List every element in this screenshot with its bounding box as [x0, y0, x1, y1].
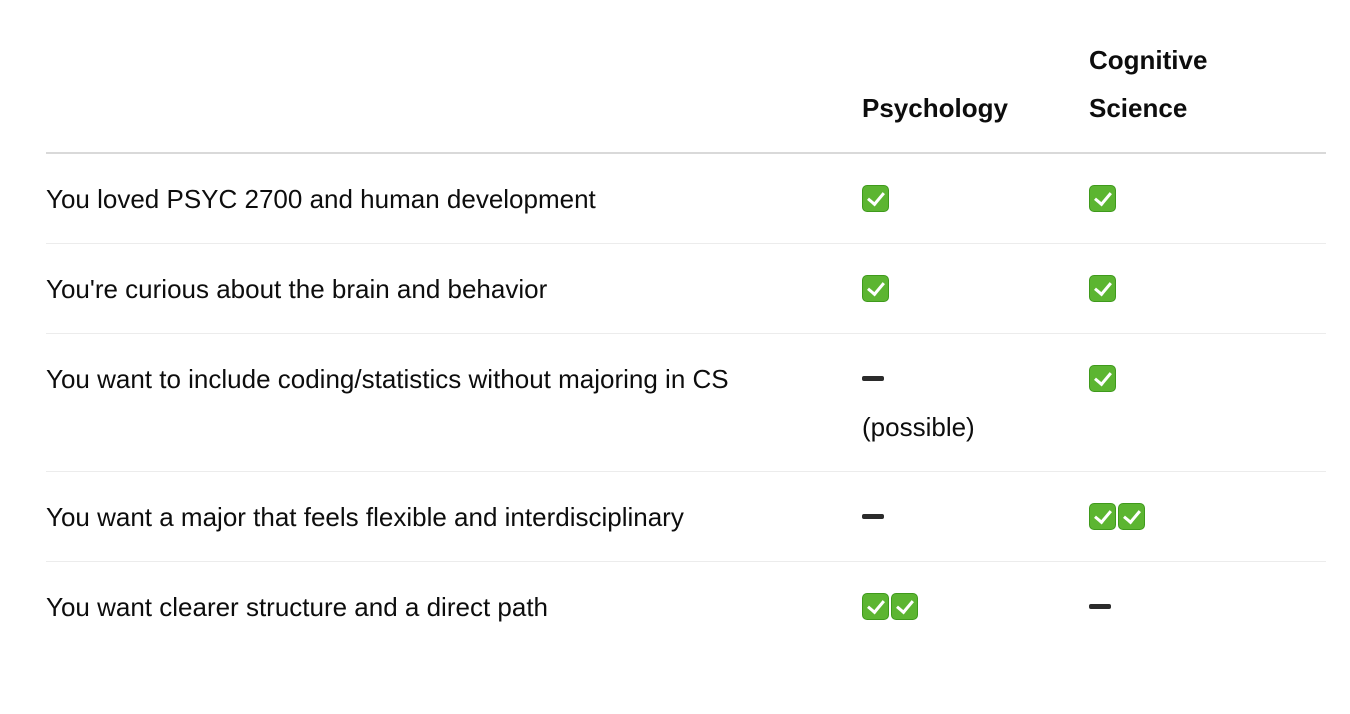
- row-label: You loved PSYC 2700 and human developmen…: [46, 184, 596, 214]
- cell-note: (possible): [862, 412, 975, 442]
- check-icon: [1118, 502, 1145, 530]
- row-label: You want clearer structure and a direct …: [46, 592, 548, 622]
- header-psychology: Psychology: [862, 93, 1008, 123]
- table-header-row: Psychology Cognitive Science: [46, 0, 1326, 154]
- cogsci-cell: [1089, 334, 1326, 471]
- psychology-cell: [862, 154, 1089, 243]
- check-icon: [1089, 274, 1116, 302]
- check-icon: [862, 274, 889, 302]
- table-row: You're curious about the brain and behav…: [46, 244, 1326, 334]
- dash-icon: [862, 513, 884, 519]
- table-row: You loved PSYC 2700 and human developmen…: [46, 154, 1326, 244]
- psychology-cell: (possible): [862, 334, 1089, 471]
- table-row: You want a major that feels flexible and…: [46, 472, 1326, 562]
- check-icon: [1089, 364, 1116, 392]
- dash-icon: [1089, 603, 1111, 609]
- comparison-table: Psychology Cognitive Science You loved P…: [46, 0, 1326, 652]
- psychology-cell: [862, 472, 1089, 561]
- header-empty: [46, 0, 862, 152]
- check-icon: [1089, 502, 1116, 530]
- psychology-cell: [862, 562, 1089, 652]
- cogsci-cell: [1089, 562, 1326, 652]
- row-label: You want a major that feels flexible and…: [46, 502, 684, 532]
- dash-icon: [862, 375, 884, 381]
- check-icon: [862, 184, 889, 212]
- row-label: You're curious about the brain and behav…: [46, 274, 548, 304]
- cogsci-cell: [1089, 244, 1326, 333]
- psychology-cell: [862, 244, 1089, 333]
- header-cognitive-science: Cognitive Science: [1089, 45, 1208, 123]
- check-icon: [1089, 184, 1116, 212]
- cogsci-cell: [1089, 472, 1326, 561]
- check-icon: [862, 592, 889, 620]
- row-label: You want to include coding/statistics wi…: [46, 364, 729, 394]
- table-row: You want clearer structure and a direct …: [46, 562, 1326, 652]
- cogsci-cell: [1089, 154, 1326, 243]
- check-icon: [891, 592, 918, 620]
- table-row: You want to include coding/statistics wi…: [46, 334, 1326, 472]
